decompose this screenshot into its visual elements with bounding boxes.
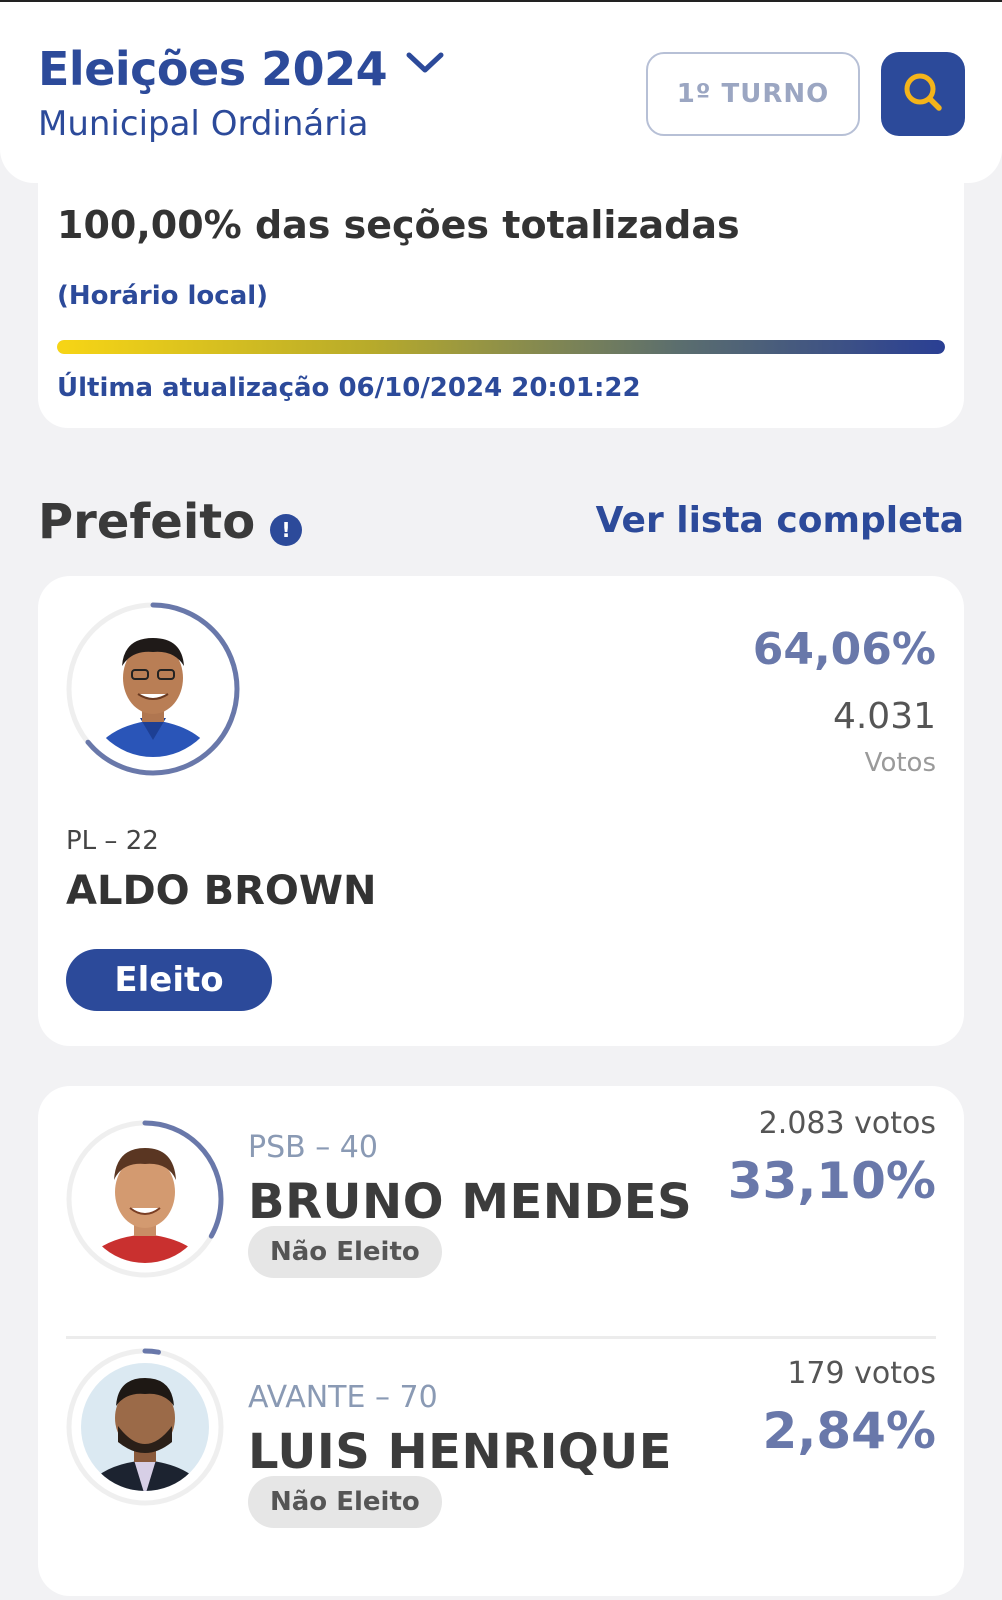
last-update: Última atualização 06/10/2024 20:01:22 (57, 373, 641, 403)
candidate-percent: 33,10% (727, 1152, 936, 1210)
candidate-percent: 2,84% (762, 1402, 936, 1460)
candidate-name: BRUNO MENDES (248, 1174, 693, 1230)
candidate-photo (66, 1348, 224, 1506)
election-title[interactable]: Eleições 2024 (38, 42, 388, 96)
search-button[interactable] (881, 52, 965, 136)
election-subtitle: Municipal Ordinária (38, 104, 369, 144)
election-selector[interactable]: Eleições 2024 (38, 42, 445, 96)
totalization-card: 100,00% das seções totalizadas (Horário … (38, 183, 964, 428)
candidate-party: PSB – 40 (248, 1130, 378, 1165)
winner-votes: 4.031 (832, 696, 936, 737)
other-candidates-card: PSB – 40 BRUNO MENDES Não Eleito 2.083 v… (38, 1086, 964, 1596)
candidate-photo (66, 1120, 224, 1278)
totalization-title: 100,00% das seções totalizadas (57, 203, 740, 247)
candidate-row[interactable]: AVANTE – 70 LUIS HENRIQUE Não Eleito 179… (38, 1340, 964, 1560)
avatar (64, 1346, 226, 1508)
search-icon (901, 70, 945, 118)
winner-party: PL – 22 (66, 826, 159, 856)
status-badge: Não Eleito (248, 1226, 442, 1278)
candidate-party: AVANTE – 70 (248, 1380, 438, 1415)
candidate-name: LUIS HENRIQUE (248, 1424, 673, 1480)
status-badge: Eleito (66, 949, 272, 1011)
see-full-list-link[interactable]: Ver lista completa (596, 500, 964, 541)
section-title: Prefeito (38, 494, 256, 550)
winner-votes-label: Votos (864, 748, 936, 778)
info-icon[interactable]: ! (270, 514, 302, 546)
candidate-votes: 2.083 votos (758, 1106, 936, 1141)
winner-name: ALDO BROWN (66, 868, 377, 914)
avatar (64, 600, 242, 778)
winner-percent: 64,06% (752, 624, 936, 675)
avatar (64, 1118, 226, 1280)
header: Eleições 2024 Municipal Ordinária 1º TUR… (0, 2, 1002, 183)
candidate-row[interactable]: PSB – 40 BRUNO MENDES Não Eleito 2.083 v… (38, 1086, 964, 1306)
totalization-progress-bar (57, 340, 945, 354)
turno-button[interactable]: 1º TURNO (646, 52, 860, 136)
candidate-photo (66, 602, 240, 776)
totalization-progress-fill (57, 340, 945, 354)
divider (66, 1336, 936, 1339)
winner-candidate-card[interactable]: 64,06% 4.031 Votos PL – 22 ALDO BROWN El… (38, 576, 964, 1046)
candidate-votes: 179 votos (787, 1356, 936, 1391)
local-time-label: (Horário local) (57, 281, 269, 311)
chevron-down-icon[interactable] (405, 50, 445, 80)
status-badge: Não Eleito (248, 1476, 442, 1528)
